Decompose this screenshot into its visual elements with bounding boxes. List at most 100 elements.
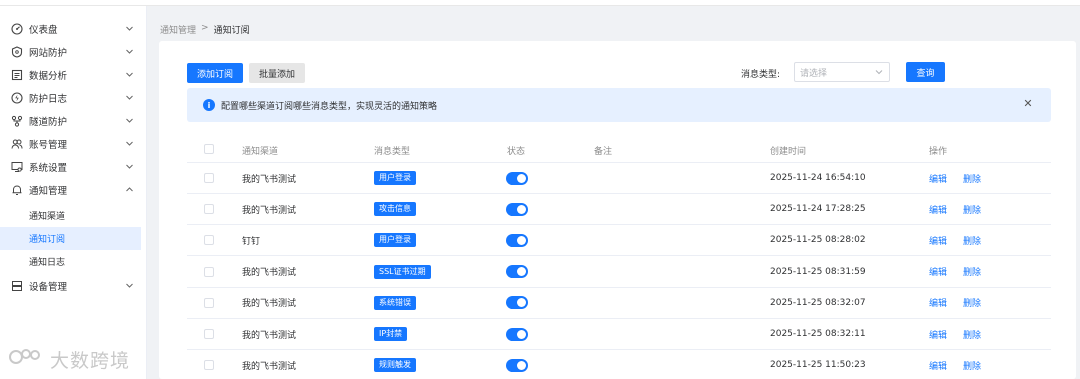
sidebar-item-system-settings[interactable]: 系统设置 [0, 155, 146, 178]
sidebar-item-protection-log[interactable]: 防护日志 [0, 86, 146, 109]
row-checkbox[interactable] [204, 350, 214, 379]
delete-link[interactable]: 删除 [963, 288, 981, 318]
sidebar-item-label: 系统设置 [29, 162, 68, 174]
row-checkbox[interactable] [204, 257, 214, 287]
sidebar-item-label: 网站防护 [29, 47, 68, 59]
breadcrumb-parent[interactable]: 通知管理 [160, 23, 196, 36]
cell-channel: 我的飞书测试 [242, 268, 297, 279]
table-row: 我的飞书测试 IP封禁 2025-11-25 08:32:11 编辑 删除 [187, 319, 1051, 350]
edit-link[interactable]: 编辑 [929, 319, 947, 349]
shield-icon [11, 45, 23, 58]
breadcrumb: 通知管理 > 通知订阅 [160, 23, 250, 36]
delete-link[interactable]: 删除 [963, 163, 981, 193]
column-header-channel: 通知渠道 [242, 147, 279, 157]
cell-channel: 钉钉 [242, 236, 261, 247]
sidebar-item-tunnel-protection[interactable]: 隧道防护 [0, 109, 146, 132]
table-row: 我的飞书测试 规则触发 2025-11-25 11:50:23 编辑 删除 [187, 350, 1051, 379]
column-header-message-type: 消息类型 [374, 147, 411, 157]
sidebar-item-label: 隧道防护 [29, 116, 68, 128]
chevron-down-icon [126, 72, 133, 77]
select-all-checkbox[interactable] [204, 144, 214, 154]
table-row: 钉钉 用户登录 2025-11-25 08:28:02 编辑 删除 [187, 225, 1051, 257]
delete-link[interactable]: 删除 [963, 194, 981, 224]
status-toggle[interactable] [506, 350, 528, 379]
status-toggle[interactable] [506, 194, 528, 224]
query-button[interactable]: 查询 [906, 62, 945, 82]
table-row: 我的飞书测试 攻击信息 2025-11-24 17:28:25 编辑 删除 [187, 194, 1051, 226]
chevron-down-icon [126, 283, 133, 288]
row-checkbox[interactable] [204, 319, 214, 349]
table-row: 我的飞书测试 SSL证书过期 2025-11-25 08:31:59 编辑 删除 [187, 257, 1051, 288]
sidebar-item-dashboard[interactable]: 仪表盘 [0, 17, 146, 40]
batch-add-button[interactable]: 批量添加 [249, 63, 305, 83]
sidebar-item-label: 防护日志 [29, 93, 68, 105]
edit-link[interactable]: 编辑 [929, 225, 947, 255]
chevron-down-icon [875, 70, 883, 75]
row-checkbox[interactable] [204, 194, 214, 224]
delete-link[interactable]: 删除 [963, 319, 981, 349]
cell-message-type: 系统错误 [374, 288, 416, 318]
cell-channel: 我的飞书测试 [242, 205, 297, 216]
tunnel-icon [11, 115, 23, 127]
alert-text: 配置哪些渠道订阅哪些消息类型，实现灵活的通知策略 [221, 101, 438, 112]
cell-message-type: SSL证书过期 [374, 257, 431, 287]
column-header-created-time: 创建时间 [770, 147, 807, 157]
column-header-status: 状态 [507, 147, 526, 157]
row-checkbox[interactable] [204, 288, 214, 318]
sidebar-item-data-analysis[interactable]: 数据分析 [0, 63, 146, 86]
edit-link[interactable]: 编辑 [929, 163, 947, 193]
breadcrumb-separator: > [201, 23, 209, 33]
table-row: 我的飞书测试 用户登录 2025-11-24 16:54:10 编辑 删除 [187, 163, 1051, 194]
edit-link[interactable]: 编辑 [929, 350, 947, 379]
sidebar-item-label: 数据分析 [29, 70, 68, 82]
message-type-tag: IP封禁 [374, 327, 408, 341]
status-toggle[interactable] [506, 163, 528, 193]
edit-link[interactable]: 编辑 [929, 257, 947, 287]
watermark-logo: 大数跨境 [8, 346, 130, 373]
cell-created-time: 2025-11-25 08:28:02 [770, 235, 866, 246]
status-toggle[interactable] [506, 225, 528, 255]
sidebar-item-device-management[interactable]: 设备管理 [0, 274, 146, 297]
message-type-tag: 系统错误 [374, 295, 416, 310]
sidebar-item-site-protection[interactable]: 网站防护 [0, 40, 146, 63]
edit-link[interactable]: 编辑 [929, 194, 947, 224]
delete-link[interactable]: 删除 [963, 350, 981, 379]
message-type-tag: 用户登录 [374, 233, 416, 248]
analytics-icon [11, 69, 23, 81]
breadcrumb-current: 通知订阅 [213, 26, 250, 36]
edit-link[interactable]: 编辑 [929, 288, 947, 318]
info-icon: i [203, 99, 215, 111]
chevron-down-icon [126, 95, 133, 100]
sidebar-subitem-notification-channel[interactable]: 通知渠道 [0, 204, 141, 227]
watermark-text: 大数跨境 [50, 350, 131, 372]
row-checkbox[interactable] [204, 225, 214, 255]
sidebar-item-label: 通知管理 [29, 185, 68, 197]
message-type-select[interactable]: 请选择 [794, 62, 890, 82]
table-row: 我的飞书测试 系统错误 2025-11-25 08:32:07 编辑 删除 [187, 288, 1051, 319]
add-subscription-button[interactable]: 添加订阅 [187, 63, 243, 83]
status-toggle[interactable] [506, 288, 528, 318]
message-type-tag: SSL证书过期 [374, 264, 431, 279]
settings-icon [11, 161, 23, 173]
cell-message-type: 规则触发 [374, 350, 416, 379]
cell-message-type: 用户登录 [374, 225, 416, 255]
sidebar-subitem-notification-log[interactable]: 通知日志 [0, 250, 141, 273]
sidebar-subitem-notification-subscription[interactable]: 通知订阅 [0, 227, 141, 250]
delete-link[interactable]: 删除 [963, 257, 981, 287]
chevron-down-icon [126, 49, 133, 54]
row-checkbox[interactable] [204, 163, 214, 193]
sidebar-item-notification-management[interactable]: 通知管理 [0, 178, 146, 201]
cell-created-time: 2025-11-24 16:54:10 [770, 173, 866, 183]
status-toggle[interactable] [506, 257, 528, 287]
cell-created-time: 2025-11-24 17:28:25 [770, 204, 866, 215]
cell-created-time: 2025-11-25 08:31:59 [770, 266, 866, 277]
status-toggle[interactable] [506, 319, 528, 349]
message-type-label: 消息类型: [741, 70, 781, 80]
cell-message-type: 攻击信息 [374, 194, 416, 224]
cell-message-type: 用户登录 [374, 163, 416, 193]
sidebar-item-label: 账号管理 [29, 139, 68, 151]
sidebar-item-account-management[interactable]: 账号管理 [0, 132, 146, 155]
users-icon [11, 138, 23, 150]
delete-link[interactable]: 删除 [963, 225, 981, 255]
close-icon[interactable]: ✕ [1023, 98, 1033, 109]
